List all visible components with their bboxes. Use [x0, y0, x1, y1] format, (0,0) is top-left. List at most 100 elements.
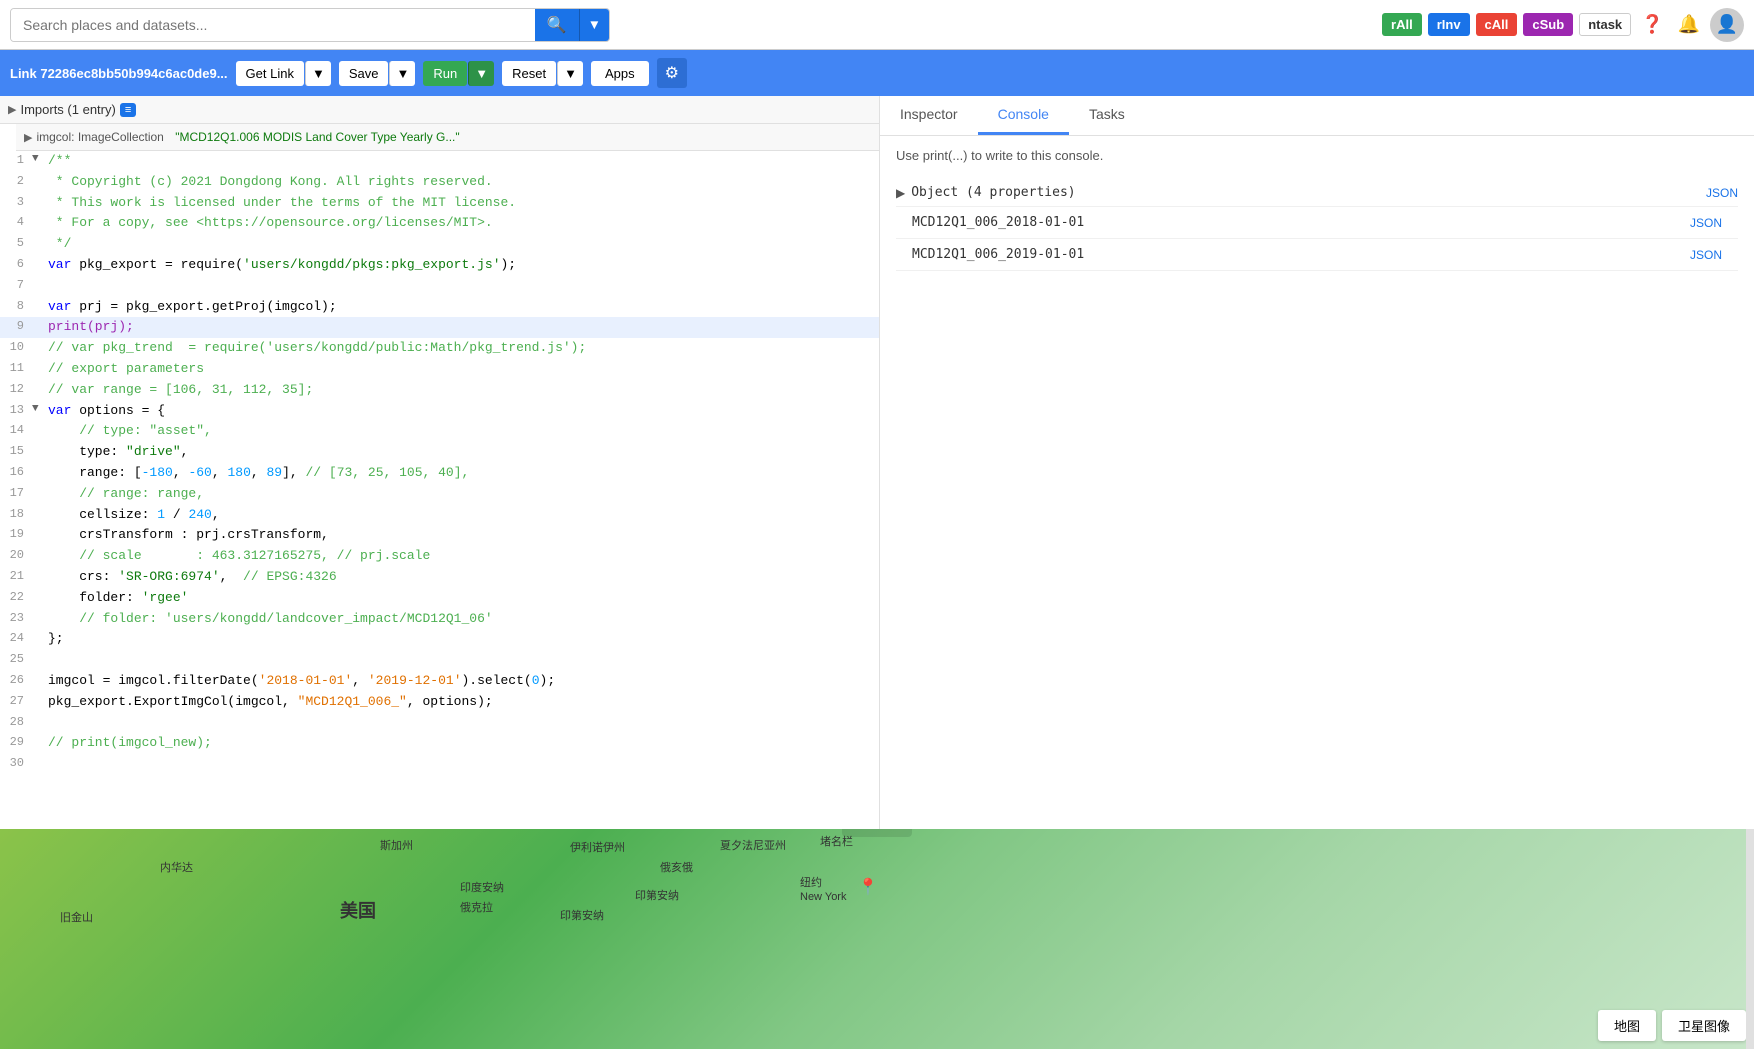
map-label-okla: 俄克拉	[460, 899, 493, 915]
imports-badge[interactable]: ≡	[120, 103, 136, 117]
json-badge-1[interactable]: JSON	[1690, 216, 1722, 230]
settings-button[interactable]: ⚙	[657, 58, 687, 88]
code-line-23: 23 // folder: 'users/kongdd/landcover_im…	[0, 609, 879, 630]
help-icon[interactable]: ❓	[1637, 10, 1667, 39]
avatar[interactable]: 👤	[1710, 8, 1744, 42]
code-line-10: 10 // var pkg_trend = require('users/kon…	[0, 338, 879, 359]
search-container: 🔍 ▼	[10, 8, 610, 42]
object-arrow: ▶	[896, 186, 905, 200]
code-area[interactable]: 1 ▼ /** 2 * Copyright (c) 2021 Dongdong …	[0, 151, 879, 829]
main-content: ▶ Imports (1 entry) ≡ ▶ imgcol: ImageCol…	[0, 96, 1754, 829]
map-label-illinois: 伊利诺伊州	[570, 839, 625, 855]
code-line-19: 19 crsTransform : prj.crsTransform,	[0, 525, 879, 546]
imgcol-label: imgcol: ImageCollection	[36, 130, 163, 144]
map-label-penn: 夏夕法尼亚州	[720, 837, 786, 853]
tab-console[interactable]: Console	[978, 96, 1069, 135]
run-dropdown[interactable]: ▼	[468, 61, 494, 86]
map-label-nevada: 内华达	[160, 859, 193, 875]
code-line-21: 21 crs: 'SR-ORG:6974', // EPSG:4326	[0, 567, 879, 588]
map-label-newyork-cn: 纽约	[800, 874, 822, 890]
code-line-16: 16 range: [-180, -60, 180, 89], // [73, …	[0, 463, 879, 484]
run-button[interactable]: Run	[423, 61, 467, 86]
resize-handle[interactable]	[842, 829, 912, 837]
imgcol-row: ▶ imgcol: ImageCollection "MCD12Q1.006 M…	[16, 124, 879, 151]
get-link-button[interactable]: Get Link	[236, 61, 304, 86]
code-line-25: 25	[0, 650, 879, 671]
code-line-6: 6 var pkg_export = require('users/kongdd…	[0, 255, 879, 276]
tree-arrow: ▶	[8, 103, 16, 116]
json-badge-object[interactable]: JSON	[1706, 186, 1738, 200]
object-properties-row[interactable]: ▶ Object (4 properties) JSON	[896, 179, 1738, 207]
badge-ntask[interactable]: ntask	[1579, 13, 1631, 36]
editor-toolbar: Link 72286ec8bb50b994c6ac0de9... Get Lin…	[0, 50, 1754, 96]
code-line-27: 27 pkg_export.ExportImgCol(imgcol, "MCD1…	[0, 692, 879, 713]
code-line-30: 30	[0, 754, 879, 775]
right-panel: Inspector Console Tasks Use print(...) t…	[880, 96, 1754, 829]
badge-rAll[interactable]: rAll	[1382, 13, 1422, 36]
link-label: Link 72286ec8bb50b994c6ac0de9...	[10, 66, 228, 81]
save-dropdown[interactable]: ▼	[389, 61, 415, 86]
map-marker: 📍	[858, 877, 878, 897]
editor-panel: ▶ Imports (1 entry) ≡ ▶ imgcol: ImageCol…	[0, 96, 880, 829]
save-button[interactable]: Save	[339, 61, 389, 86]
code-line-7: 7	[0, 276, 879, 297]
imgcol-value: "MCD12Q1.006 MODIS Land Cover Type Yearl…	[175, 130, 459, 144]
code-line-14: 14 // type: "asset",	[0, 421, 879, 442]
map-label-newyork-en: New York	[800, 891, 846, 903]
code-line-26: 26 imgcol = imgcol.filterDate('2018-01-0…	[0, 671, 879, 692]
imgcol-arrow: ▶	[24, 131, 32, 144]
notifications-icon[interactable]: 🔔	[1674, 10, 1704, 39]
code-line-15: 15 type: "drive",	[0, 442, 879, 463]
code-line-18: 18 cellsize: 1 / 240,	[0, 505, 879, 526]
code-line-11: 11 // export parameters	[0, 359, 879, 380]
code-line-29: 29 // print(imgcol_new);	[0, 733, 879, 754]
top-right-badges: rAll rInv cAll cSub ntask ❓ 🔔 👤	[1382, 8, 1744, 42]
code-line-4: 4 * For a copy, see <https://opensource.…	[0, 213, 879, 234]
code-line-20: 20 // scale : 463.3127165275, // prj.sca…	[0, 546, 879, 567]
badge-rInv[interactable]: rInv	[1428, 13, 1470, 36]
date-row-2[interactable]: MCD12Q1_006_2019-01-01 JSON	[896, 239, 1738, 271]
map-label-ohio: 俄亥俄	[660, 859, 693, 875]
json-badge-2[interactable]: JSON	[1690, 248, 1722, 262]
map-label-usa: 美国	[340, 897, 376, 923]
apps-button[interactable]: Apps	[591, 61, 649, 86]
map-background: 内华达 斯加州 伊利诺伊州 俄亥俄 夏夕法尼亚州 纽约 New York 旧金山…	[0, 829, 1754, 1049]
code-line-1: 1 ▼ /**	[0, 151, 879, 172]
map-label-indiana3: 印第安纳	[635, 887, 679, 903]
code-line-28: 28	[0, 713, 879, 734]
map-label-sf: 旧金山	[60, 909, 93, 925]
search-button[interactable]: 🔍	[535, 9, 579, 41]
console-hint: Use print(...) to write to this console.	[896, 148, 1738, 163]
reset-button[interactable]: Reset	[502, 61, 556, 86]
map-label-indiana2: 印度安纳	[460, 879, 504, 895]
imports-item[interactable]: Imports (1 entry) ≡	[20, 102, 136, 117]
map-area[interactable]: 内华达 斯加州 伊利诺伊州 俄亥俄 夏夕法尼亚州 纽约 New York 旧金山…	[0, 829, 1754, 1049]
map-scrollbar[interactable]	[1746, 829, 1754, 1049]
code-line-12: 12 // var range = [106, 31, 112, 35];	[0, 380, 879, 401]
console-content: Use print(...) to write to this console.…	[880, 136, 1754, 829]
badge-cSub[interactable]: cSub	[1523, 13, 1573, 36]
top-bar: 🔍 ▼ rAll rInv cAll cSub ntask ❓ 🔔 👤	[0, 0, 1754, 50]
map-label-stateCA: 斯加州	[380, 837, 413, 853]
search-dropdown-button[interactable]: ▼	[579, 9, 609, 41]
map-view-button[interactable]: 地图	[1598, 1010, 1656, 1041]
date-row-1[interactable]: MCD12Q1_006_2018-01-01 JSON	[896, 207, 1738, 239]
get-link-dropdown[interactable]: ▼	[305, 61, 331, 86]
code-line-24: 24 };	[0, 629, 879, 650]
date-label-2: MCD12Q1_006_2019-01-01	[912, 247, 1084, 262]
tab-tasks[interactable]: Tasks	[1069, 96, 1145, 135]
date-label-1: MCD12Q1_006_2018-01-01	[912, 215, 1084, 230]
search-input[interactable]	[11, 9, 535, 41]
tab-inspector[interactable]: Inspector	[880, 96, 978, 135]
code-line-22: 22 folder: 'rgee'	[0, 588, 879, 609]
code-line-13: 13 ▼ var options = {	[0, 401, 879, 422]
code-line-2: 2 * Copyright (c) 2021 Dongdong Kong. Al…	[0, 172, 879, 193]
map-label-indiana: 印第安纳	[560, 907, 604, 923]
satellite-view-button[interactable]: 卫星图像	[1662, 1010, 1746, 1041]
code-line-3: 3 * This work is licensed under the term…	[0, 193, 879, 214]
panel-tabs: Inspector Console Tasks	[880, 96, 1754, 136]
badge-cAll[interactable]: cAll	[1476, 13, 1518, 36]
reset-dropdown[interactable]: ▼	[557, 61, 583, 86]
code-line-5: 5 */	[0, 234, 879, 255]
object-label: Object (4 properties)	[911, 185, 1075, 200]
